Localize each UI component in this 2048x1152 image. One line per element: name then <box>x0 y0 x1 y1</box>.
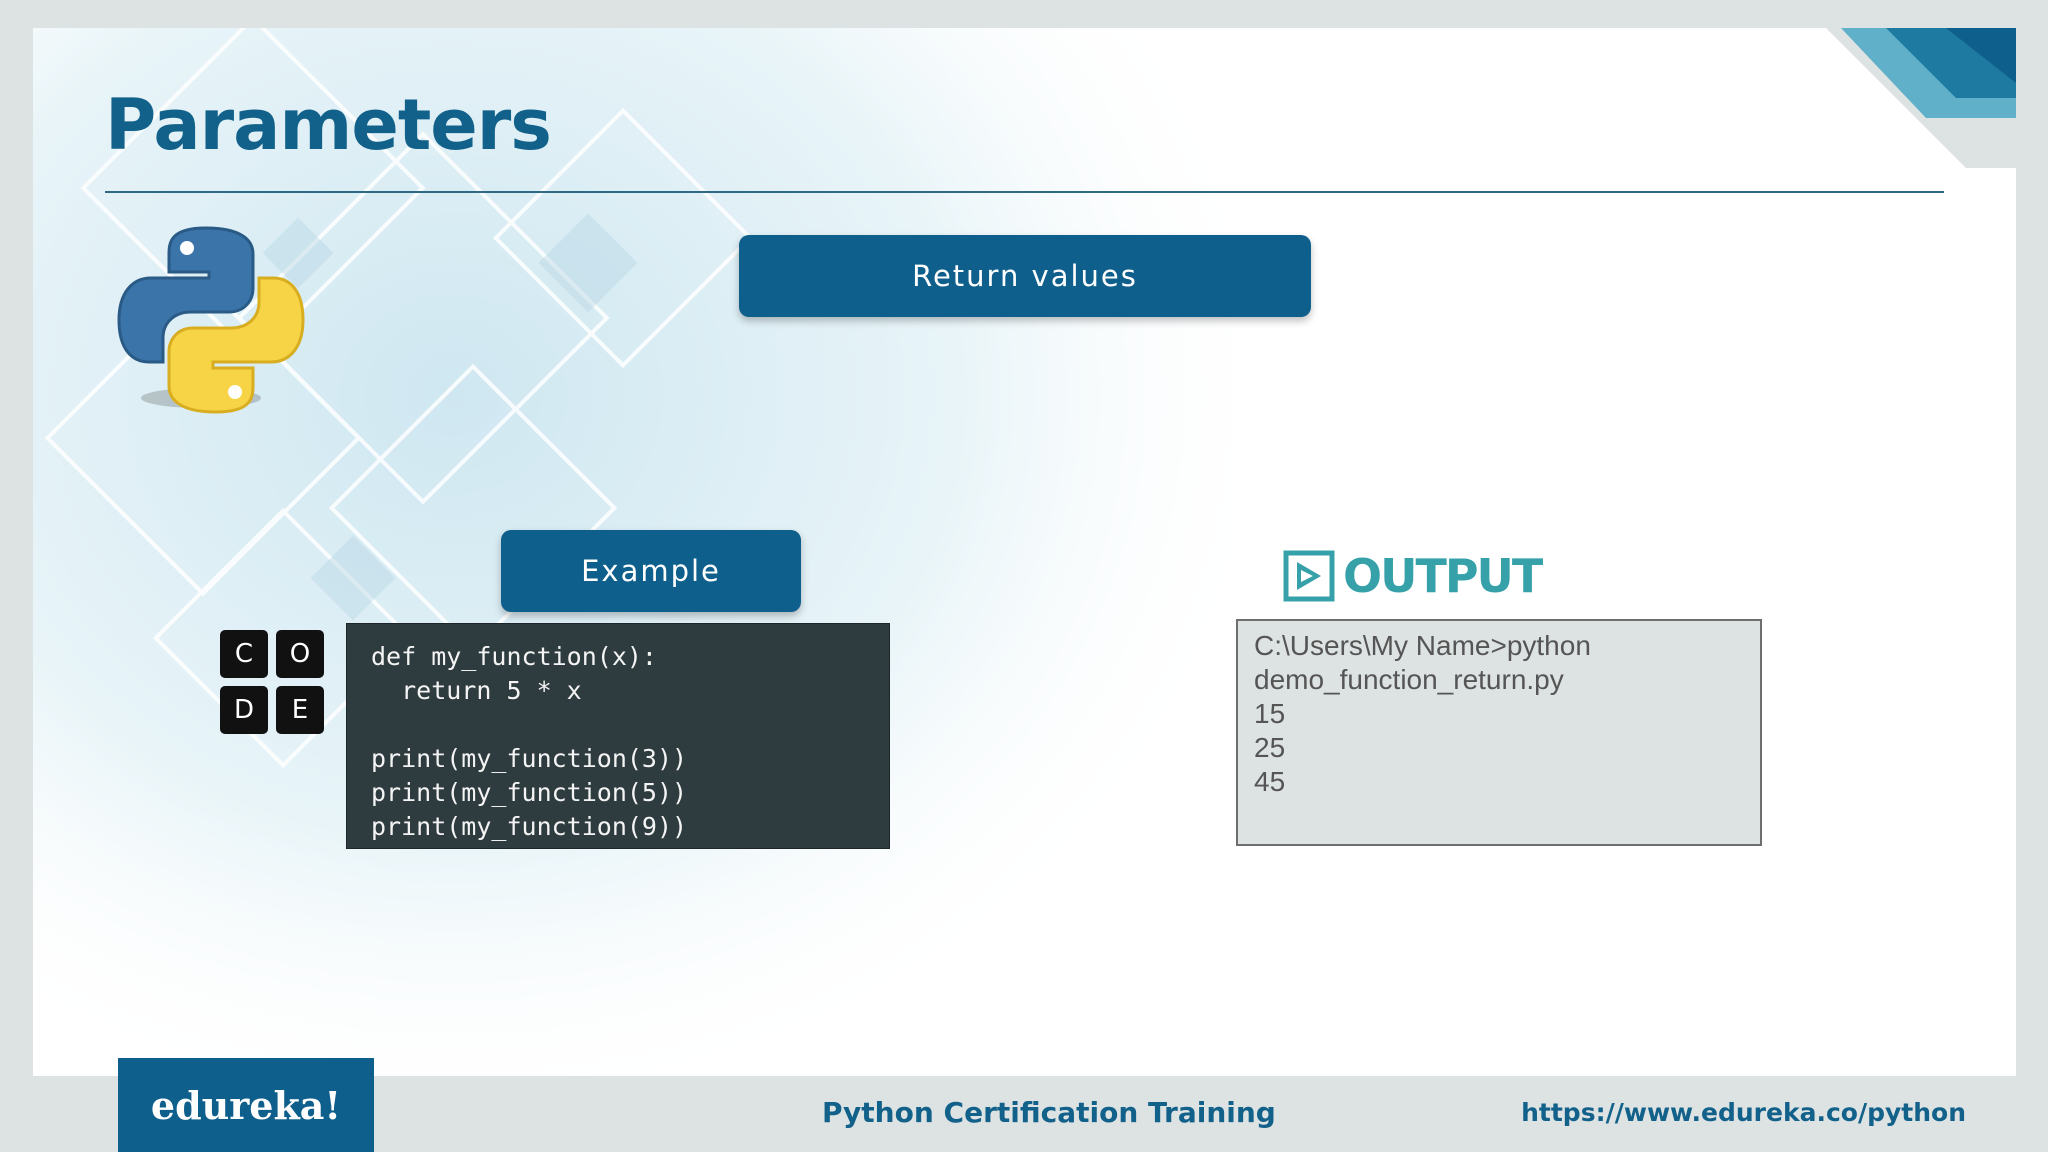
code-logo-letter: O <box>276 630 324 678</box>
edureka-logo: edureka! <box>118 1058 374 1152</box>
code-block: def my_function(x): return 5 * x print(m… <box>346 623 890 849</box>
python-logo-icon <box>117 226 305 414</box>
output-heading: OUTPUT <box>1283 548 1543 604</box>
code-logo-letter: D <box>220 686 268 734</box>
return-values-button: Return values <box>739 235 1311 317</box>
output-terminal-icon <box>1283 550 1335 602</box>
output-label: OUTPUT <box>1343 549 1543 603</box>
page-title: Parameters <box>105 84 552 166</box>
corner-decoration <box>1826 28 2016 168</box>
code-logo: C O D E <box>220 630 324 734</box>
output-console: C:\Users\My Name>python demo_function_re… <box>1236 619 1762 846</box>
course-title: Python Certification Training <box>822 1096 1276 1129</box>
code-logo-letter: C <box>220 630 268 678</box>
title-divider <box>105 191 1944 193</box>
code-logo-letter: E <box>276 686 324 734</box>
example-button: Example <box>501 530 801 612</box>
footer-url-link[interactable]: https://www.edureka.co/python <box>1521 1098 1966 1127</box>
slide: Parameters Return values Example <box>33 28 2016 1076</box>
